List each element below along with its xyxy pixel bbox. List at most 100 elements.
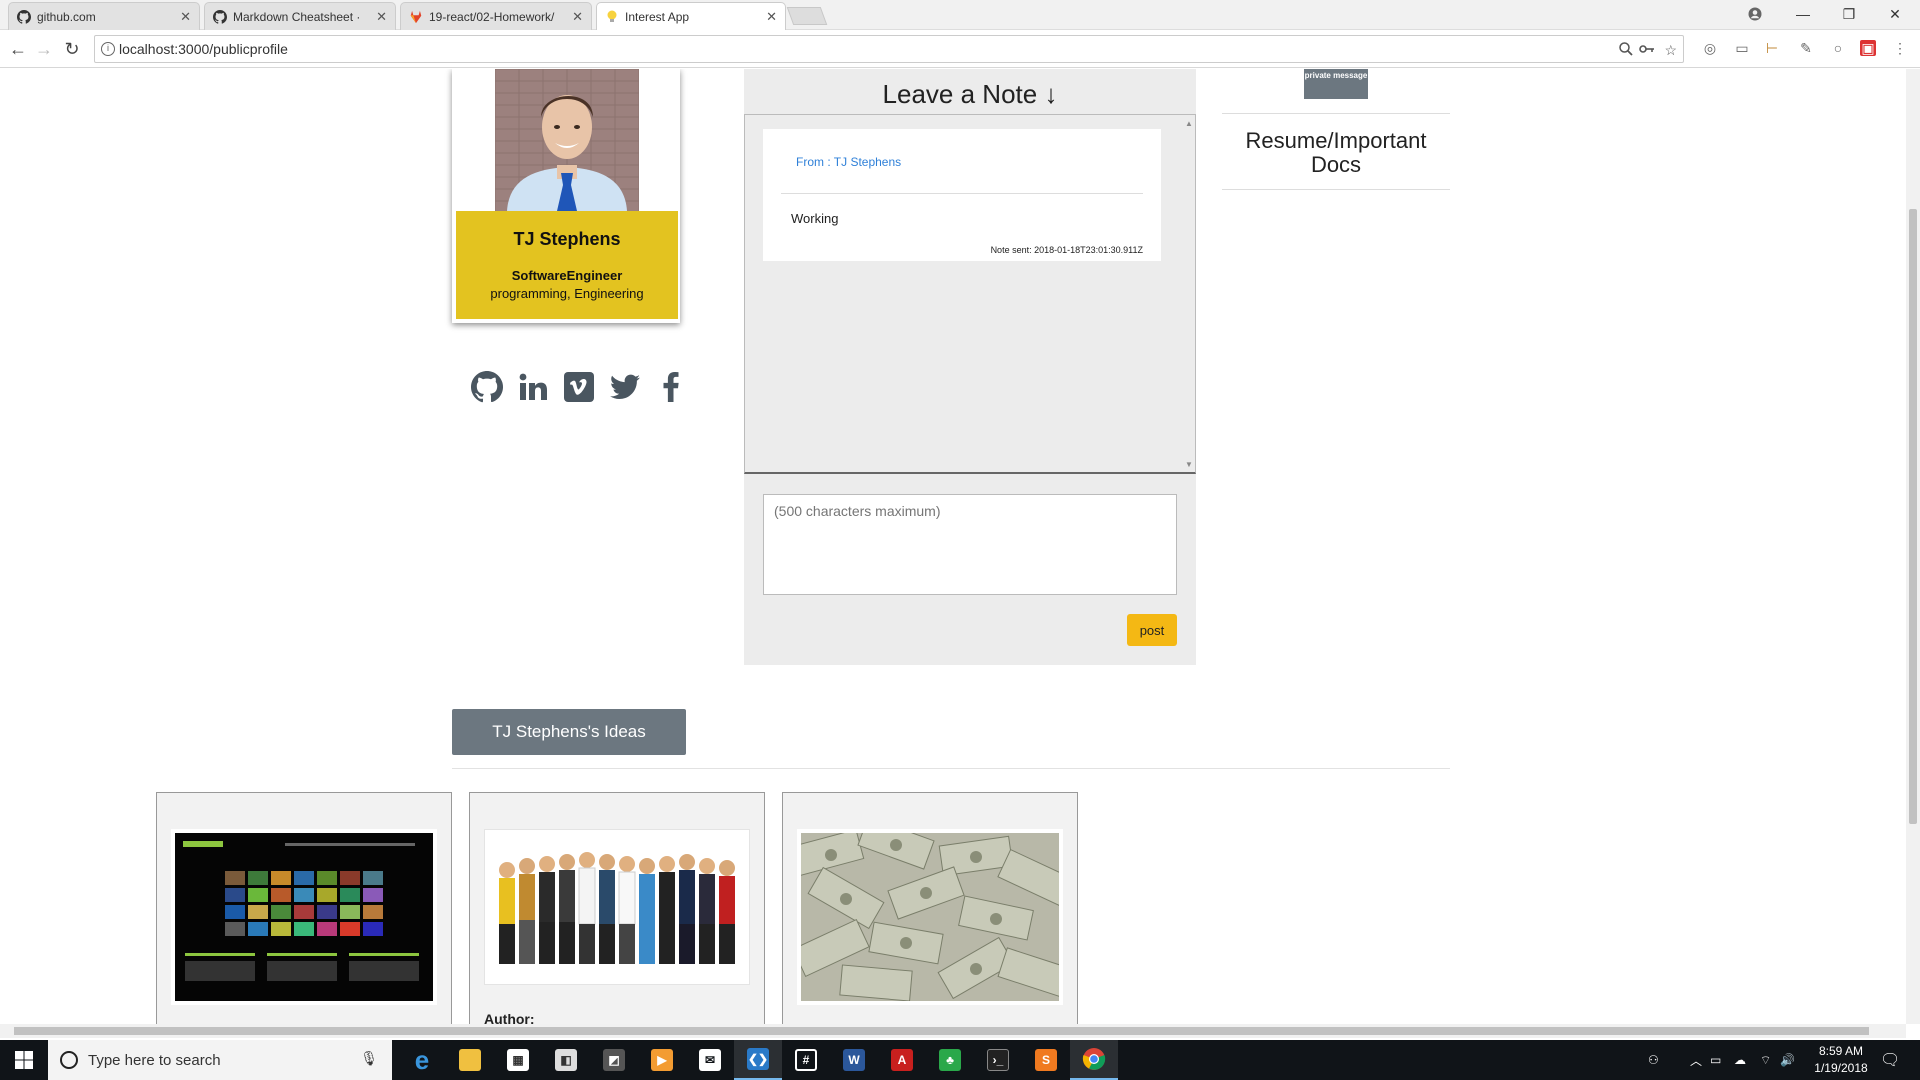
resume-heading: Resume/Important Docs xyxy=(1245,128,1427,177)
tab-interest-app[interactable]: Interest App ✕ xyxy=(596,2,786,30)
battery-icon[interactable]: ▭ xyxy=(1710,1040,1721,1080)
tab-title: Markdown Cheatsheet · xyxy=(233,9,361,24)
ideas-button[interactable]: TJ Stephens's Ideas xyxy=(452,709,686,755)
note-input[interactable] xyxy=(763,494,1177,595)
search-placeholder: Type here to search xyxy=(88,1051,221,1069)
extension-icon[interactable]: ○ xyxy=(1830,40,1846,56)
wifi-icon[interactable]: ⌔ xyxy=(1760,1040,1771,1080)
note-text: Working xyxy=(791,211,839,226)
edge-icon[interactable]: e xyxy=(398,1040,446,1080)
idea-card[interactable]: Author: xyxy=(469,792,765,1024)
idea-card[interactable] xyxy=(782,792,1078,1024)
idea-card[interactable] xyxy=(156,792,452,1024)
store-icon[interactable]: ▦ xyxy=(494,1040,542,1080)
note-list[interactable]: ▲ ▼ From : TJ Stephens Working Note sent:… xyxy=(744,114,1196,474)
minimize-icon[interactable]: — xyxy=(1780,0,1826,28)
taskbar-search[interactable]: Type here to search 🎙 xyxy=(48,1040,392,1080)
note-item: From : TJ Stephens Working Note sent: 20… xyxy=(763,129,1161,261)
idea-image[interactable] xyxy=(797,829,1063,1005)
browser-tab-bar: github.com ✕ Markdown Cheatsheet · ✕ 19-… xyxy=(0,0,1920,30)
idea-image[interactable] xyxy=(171,829,437,1005)
forward-icon[interactable]: → xyxy=(32,37,56,61)
sublime-icon[interactable]: S xyxy=(1022,1040,1070,1080)
onedrive-icon[interactable]: ☁ xyxy=(1734,1040,1746,1080)
slack-icon[interactable]: # xyxy=(782,1040,830,1080)
profile-photo xyxy=(495,69,639,211)
notifications-icon[interactable]: 🗨 xyxy=(1880,1040,1900,1080)
media-player-icon[interactable]: ▶ xyxy=(638,1040,686,1080)
reload-icon[interactable]: ↻ xyxy=(60,37,84,61)
vscode-icon[interactable]: ❮❯ xyxy=(734,1040,782,1080)
tab-title: 19-react/02-Homework/ xyxy=(429,9,555,24)
clock-date: 1/19/2018 xyxy=(1814,1061,1868,1075)
post-button[interactable]: post xyxy=(1127,614,1177,646)
tray-expand-icon[interactable]: ︿ xyxy=(1690,1040,1702,1080)
github-icon[interactable] xyxy=(470,370,504,404)
vimeo-icon[interactable] xyxy=(562,370,596,404)
divider xyxy=(452,768,1450,769)
menu-icon[interactable]: ⋮ xyxy=(1892,40,1908,56)
app-icon[interactable]: ◧ xyxy=(542,1040,590,1080)
file-explorer-icon[interactable] xyxy=(446,1040,494,1080)
linkedin-icon[interactable] xyxy=(516,370,550,404)
people-icon[interactable]: ⚇ xyxy=(1648,1040,1659,1080)
app-icon[interactable]: ♣ xyxy=(926,1040,974,1080)
tab-markdown-cheatsheet[interactable]: Markdown Cheatsheet · ✕ xyxy=(204,2,396,30)
idea-image[interactable] xyxy=(484,829,750,985)
profile-interests: programming, Engineering xyxy=(490,286,644,301)
zoom-icon[interactable] xyxy=(1619,42,1633,59)
twitter-icon[interactable] xyxy=(608,370,642,404)
windows-start-icon[interactable] xyxy=(0,1040,48,1080)
divider xyxy=(1222,189,1450,190)
extension-icon[interactable]: ⊢ xyxy=(1764,40,1780,56)
scrollbar-thumb[interactable] xyxy=(1909,209,1917,824)
tab-homework[interactable]: 19-react/02-Homework/ ✕ xyxy=(400,2,592,30)
extension-icon[interactable]: ▣ xyxy=(1860,40,1876,56)
note-heading: Leave a Note ↓ xyxy=(882,79,1058,109)
new-tab-button[interactable] xyxy=(786,7,828,25)
social-links xyxy=(470,369,690,405)
windows-taskbar: Type here to search 🎙 e ▦ ◧ ◩ ▶ ✉ ❮❯ # W… xyxy=(0,1040,1920,1080)
terminal-icon[interactable]: ›_ xyxy=(974,1040,1022,1080)
horizontal-scrollbar[interactable] xyxy=(0,1024,1906,1038)
browser-toolbar: ← → ↻ i localhost:3000/publicprofile ☆ ◎… xyxy=(0,30,1920,68)
chrome-icon[interactable] xyxy=(1070,1040,1118,1080)
note-from[interactable]: From : TJ Stephens xyxy=(796,155,901,169)
close-icon[interactable]: ✕ xyxy=(766,9,777,25)
clock[interactable]: 8:59 AM 1/19/2018 xyxy=(1796,1043,1886,1077)
page-viewport: TJ Stephens SoftwareEngineer programming… xyxy=(0,69,1906,1024)
cortana-icon xyxy=(60,1051,78,1069)
private-message-button[interactable]: private message xyxy=(1304,69,1368,99)
tab-github[interactable]: github.com ✕ xyxy=(8,2,200,30)
microphone-icon[interactable]: 🎙 xyxy=(360,1050,378,1067)
vertical-scrollbar[interactable] xyxy=(1906,69,1920,1024)
key-icon[interactable] xyxy=(1639,42,1655,59)
profile-title: SoftwareEngineer xyxy=(511,268,623,283)
close-window-icon[interactable]: ✕ xyxy=(1872,0,1918,28)
eyedropper-icon[interactable]: ✎ xyxy=(1798,40,1814,56)
lightbulb-icon xyxy=(605,10,619,24)
close-icon[interactable]: ✕ xyxy=(376,9,387,25)
word-icon[interactable]: W xyxy=(830,1040,878,1080)
tab-title: github.com xyxy=(37,9,96,24)
star-icon[interactable]: ☆ xyxy=(1664,42,1677,59)
profile-icon[interactable] xyxy=(1732,0,1778,28)
app-icon[interactable]: ◩ xyxy=(590,1040,638,1080)
scrollbar-thumb[interactable] xyxy=(14,1027,1869,1035)
address-bar[interactable]: i localhost:3000/publicprofile ☆ xyxy=(94,35,1684,63)
mail-icon[interactable]: ✉ xyxy=(686,1040,734,1080)
facebook-icon[interactable] xyxy=(654,370,688,404)
divider xyxy=(781,193,1143,194)
idea-author-label: Author: xyxy=(484,1011,535,1024)
gitlab-icon xyxy=(409,10,423,24)
volume-icon[interactable]: 🔊 xyxy=(1780,1040,1795,1080)
info-icon[interactable]: i xyxy=(101,42,115,56)
back-icon[interactable]: ← xyxy=(6,37,30,61)
close-icon[interactable]: ✕ xyxy=(572,9,583,25)
acrobat-icon[interactable]: A xyxy=(878,1040,926,1080)
close-icon[interactable]: ✕ xyxy=(180,9,191,25)
extension-icon[interactable]: ▭ xyxy=(1734,40,1750,56)
restore-icon[interactable]: ❐ xyxy=(1826,0,1872,28)
extension-icon[interactable]: ◎ xyxy=(1702,40,1718,56)
note-list-scrollbar[interactable]: ▲ ▼ xyxy=(1185,119,1193,469)
